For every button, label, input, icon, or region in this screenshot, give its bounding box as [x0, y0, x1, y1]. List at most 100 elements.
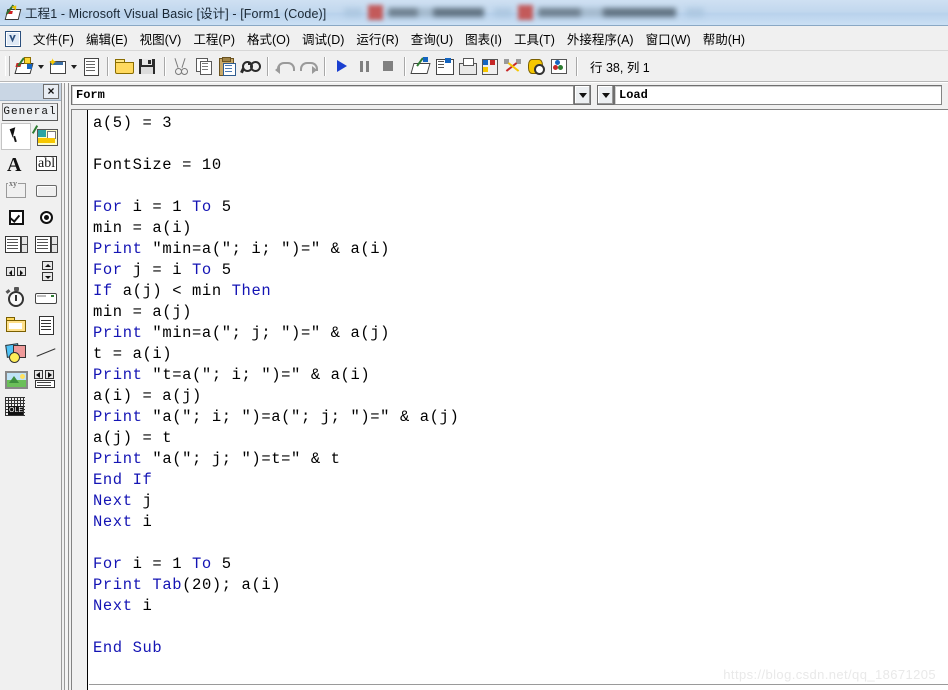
paste-icon[interactable]: [216, 55, 239, 78]
optionbutton-tool[interactable]: [31, 204, 61, 231]
code-line[interactable]: End If: [89, 470, 948, 491]
redo-icon[interactable]: [296, 55, 319, 78]
menu-edit[interactable]: 编辑(E): [80, 26, 134, 51]
code-line[interactable]: Print Tab(20); a(i): [89, 575, 948, 596]
add-form-icon[interactable]: ✦: [46, 55, 69, 78]
object-dropdown[interactable]: Form: [71, 85, 591, 105]
properties-window-icon[interactable]: [433, 55, 456, 78]
shape-tool[interactable]: [1, 339, 31, 366]
code-text-area[interactable]: a(5) = 3 FontSize = 10 For i = 1 To 5 min…: [89, 110, 948, 690]
drivelistbox-tool[interactable]: [31, 285, 61, 312]
menu-project[interactable]: 工程(P): [187, 26, 241, 51]
menu-run[interactable]: 运行(R): [350, 26, 404, 51]
code-line[interactable]: End Sub: [89, 638, 948, 659]
toolbox-icon[interactable]: [502, 55, 525, 78]
code-line[interactable]: Print ″a(″; i; ″)=a(″; j; ″)=″ & a(j): [89, 407, 948, 428]
object-browser-icon[interactable]: [479, 55, 502, 78]
add-project-dropdown-arrow-icon[interactable]: [36, 55, 46, 78]
code-line[interactable]: Print ″min=a(″; i; ″)=″ & a(i): [89, 239, 948, 260]
procedure-dropdown[interactable]: Load: [597, 85, 942, 105]
code-line[interactable]: For i = 1 To 5: [89, 197, 948, 218]
pointer-tool[interactable]: [1, 123, 31, 150]
code-line[interactable]: Print ″t=a(″; i; ″)=″ & a(i): [89, 365, 948, 386]
add-form-dropdown-arrow-icon[interactable]: [69, 55, 79, 78]
frame-tool[interactable]: xy: [1, 177, 31, 204]
blurred-taskbar-item-1[interactable]: [368, 5, 485, 20]
image-tool[interactable]: [1, 366, 31, 393]
code-line[interactable]: For j = i To 5: [89, 260, 948, 281]
menu-debug[interactable]: 调试(D): [296, 26, 350, 51]
data-view-icon[interactable]: [525, 55, 548, 78]
copy-icon[interactable]: [193, 55, 216, 78]
dirlistbox-tool[interactable]: [1, 312, 31, 339]
menu-help[interactable]: 帮助(H): [697, 26, 751, 51]
break-pause-icon[interactable]: [353, 55, 376, 78]
chevron-down-icon-2[interactable]: [597, 85, 614, 105]
close-icon[interactable]: ×: [43, 84, 59, 99]
toolbox-tab-general[interactable]: General: [2, 103, 58, 121]
menu-view[interactable]: 视图(V): [134, 26, 188, 51]
chevron-down-icon[interactable]: [574, 85, 591, 105]
toolbar-grip[interactable]: [5, 56, 10, 76]
save-project-icon[interactable]: [136, 55, 159, 78]
code-line[interactable]: t = a(i): [89, 344, 948, 365]
undo-icon[interactable]: [273, 55, 296, 78]
filelistbox-tool[interactable]: [31, 312, 61, 339]
listbox-tool[interactable]: [31, 231, 61, 258]
code-line[interactable]: min = a(j): [89, 302, 948, 323]
code-line[interactable]: Next j: [89, 491, 948, 512]
code-line[interactable]: [89, 134, 948, 155]
document-system-icon[interactable]: [4, 30, 21, 47]
form-layout-icon[interactable]: [456, 55, 479, 78]
code-line[interactable]: If a(j) < min Then: [89, 281, 948, 302]
picturebox-tool[interactable]: [31, 123, 61, 150]
blurred-taskbar-item-2[interactable]: [518, 5, 677, 20]
timer-tool[interactable]: [1, 285, 31, 312]
start-run-icon[interactable]: [330, 55, 353, 78]
line-tool[interactable]: [31, 339, 61, 366]
menu-editor-icon[interactable]: [79, 55, 102, 78]
code-line[interactable]: [89, 617, 948, 638]
code-line[interactable]: FontSize = 10: [89, 155, 948, 176]
menu-window[interactable]: 窗口(W): [640, 26, 697, 51]
code-line[interactable]: Print ″a(″; j; ″)=t=″ & t: [89, 449, 948, 470]
ole-tool[interactable]: OLE: [1, 393, 31, 420]
find-icon[interactable]: [239, 55, 262, 78]
cut-icon[interactable]: [170, 55, 193, 78]
open-project-icon[interactable]: [113, 55, 136, 78]
menu-tools[interactable]: 工具(T): [508, 26, 561, 51]
code-margin-indicator-bar[interactable]: [72, 110, 88, 690]
hscrollbar-tool[interactable]: [1, 258, 31, 285]
add-project-icon[interactable]: [13, 55, 36, 78]
project-explorer-icon[interactable]: [410, 55, 433, 78]
code-line[interactable]: [89, 533, 948, 554]
menu-diagram[interactable]: 图表(I): [459, 26, 508, 51]
commandbutton-tool[interactable]: [31, 177, 61, 204]
code-line[interactable]: Next i: [89, 596, 948, 617]
code-line[interactable]: For i = 1 To 5: [89, 554, 948, 575]
combobox-tool[interactable]: [1, 231, 31, 258]
menu-format[interactable]: 格式(O): [241, 26, 296, 51]
blurred-separator: [344, 8, 363, 17]
textbox-tool[interactable]: abl: [31, 150, 61, 177]
data-tool[interactable]: [31, 366, 61, 393]
menu-file[interactable]: 文件(F): [27, 26, 80, 51]
code-text: i: [132, 597, 153, 615]
code-line[interactable]: [89, 176, 948, 197]
menu-addins[interactable]: 外接程序(A): [561, 26, 640, 51]
code-line[interactable]: min = a(i): [89, 218, 948, 239]
end-stop-icon[interactable]: [376, 55, 399, 78]
vscrollbar-tool[interactable]: [31, 258, 61, 285]
code-line[interactable]: Print ″min=a(″; j; ″)=″ & a(j): [89, 323, 948, 344]
window-splitter[interactable]: [62, 83, 71, 690]
label-tool[interactable]: A: [1, 150, 31, 177]
component-manager-icon[interactable]: [548, 55, 571, 78]
code-line[interactable]: a(j) = t: [89, 428, 948, 449]
code-line[interactable]: a(i) = a(j): [89, 386, 948, 407]
checkbox-tool[interactable]: [1, 204, 31, 231]
code-line[interactable]: a(5) = 3: [89, 113, 948, 134]
code-line[interactable]: Next i: [89, 512, 948, 533]
menu-query[interactable]: 查询(U): [405, 26, 459, 51]
object-dropdown-value[interactable]: Form: [71, 85, 574, 105]
procedure-dropdown-value[interactable]: Load: [614, 85, 942, 105]
